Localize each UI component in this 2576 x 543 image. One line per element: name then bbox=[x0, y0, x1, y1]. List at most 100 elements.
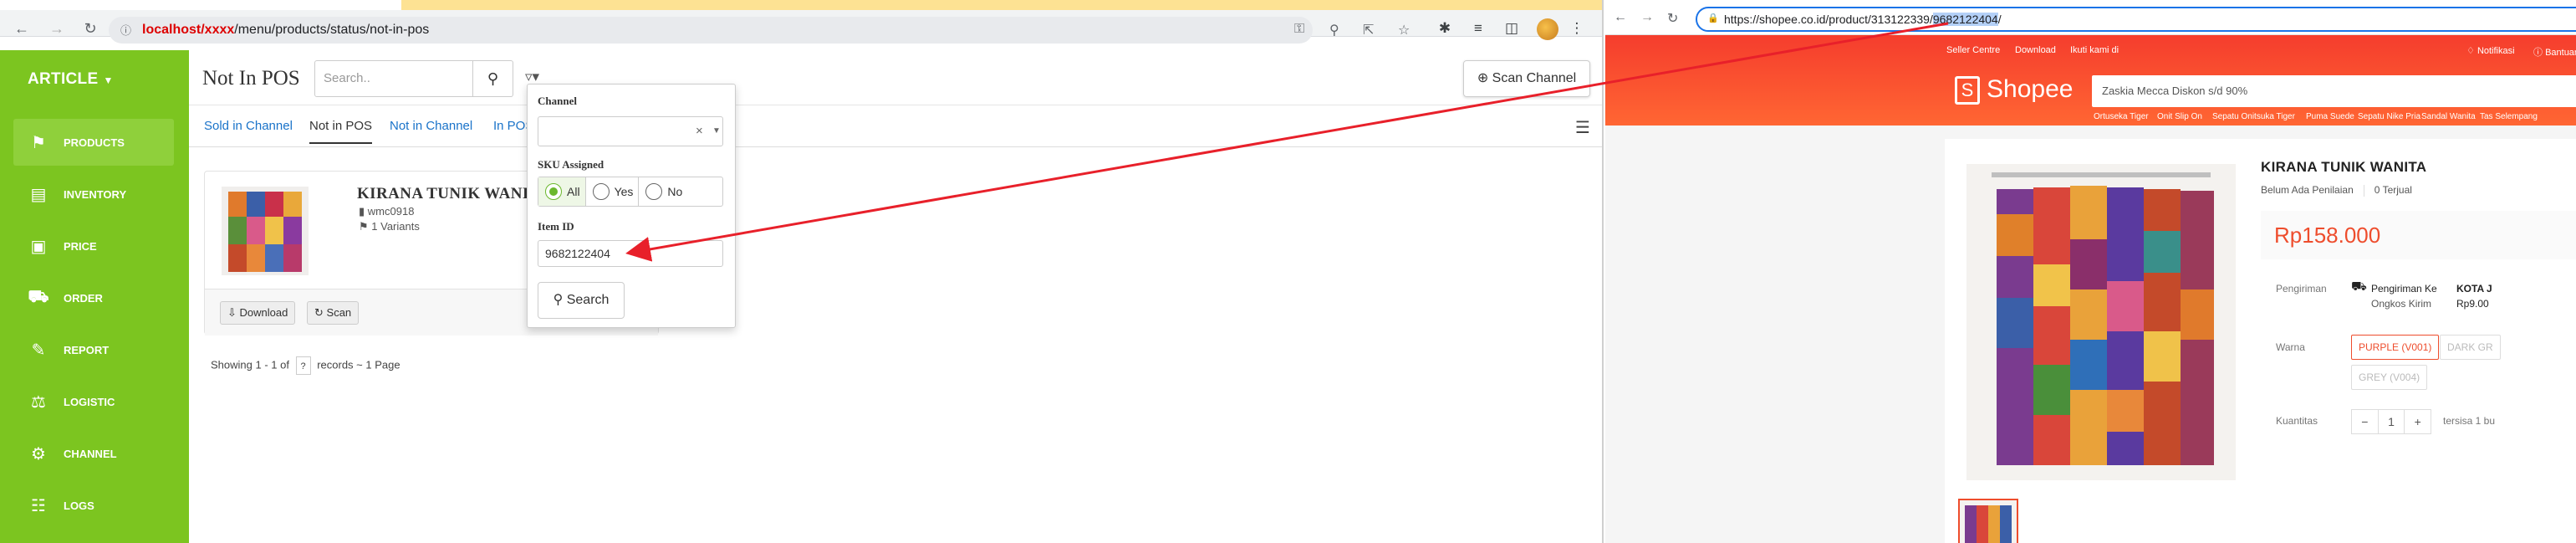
filter-icon: ▿▾ bbox=[525, 69, 540, 85]
variant-dark-grey[interactable]: DARK GR bbox=[2440, 335, 2501, 360]
sidebar-item-label: CHANNEL bbox=[64, 447, 117, 460]
link-help[interactable]: ⓘ Bantuan bbox=[2533, 45, 2576, 59]
reload-icon[interactable]: ↻ bbox=[1667, 10, 1678, 27]
suggestion-link[interactable]: Sepatu Onitsuka Tiger bbox=[2212, 112, 2295, 121]
shopee-search-input[interactable]: Zaskia Mecca Diskon s/d 90% bbox=[2092, 75, 2576, 107]
sku-assigned-radio-group: All Yes No bbox=[538, 177, 723, 207]
filter-search-button[interactable]: ⚲ Search bbox=[538, 282, 625, 319]
sidebar-item-inventory[interactable]: ▤ INVENTORY bbox=[13, 171, 174, 218]
left-address-bar[interactable]: ⓘ localhost/xxxx/menu/products/status/no… bbox=[109, 17, 1313, 44]
file-icon: ☷ bbox=[31, 496, 46, 515]
sidebar-item-logs[interactable]: ☷ LOGS bbox=[13, 482, 174, 529]
suggestion-link[interactable]: Ortuseka Tiger bbox=[2094, 112, 2149, 121]
extensions-icon[interactable]: ✱ bbox=[1435, 18, 1455, 38]
lock-icon: 🔒 bbox=[1707, 13, 1719, 23]
tag-icon: ⚑ bbox=[359, 220, 369, 233]
download-label: Download bbox=[239, 306, 288, 319]
product-thumbnail[interactable] bbox=[222, 187, 309, 275]
back-icon[interactable]: ← bbox=[12, 18, 32, 38]
product-thumbnail-selected[interactable] bbox=[1958, 499, 2018, 543]
forward-icon[interactable]: → bbox=[1640, 10, 1654, 25]
reading-list-icon[interactable]: ≡ bbox=[1468, 18, 1488, 38]
tab-sold-in-channel[interactable]: Sold in Channel bbox=[204, 119, 293, 133]
reload-icon[interactable]: ↻ bbox=[80, 18, 100, 38]
right-address-bar[interactable]: 🔒 https://shopee.co.id/product/313122339… bbox=[1696, 7, 2576, 32]
screenshot-root: ← → ↻ ⓘ localhost/xxxx/menu/products/sta… bbox=[0, 0, 2576, 543]
suggestion-link[interactable]: Onit Slip On bbox=[2157, 112, 2202, 121]
gear-icon: ⚙ bbox=[31, 444, 46, 464]
shopee-logo[interactable]: S Shopee bbox=[1955, 75, 2073, 105]
product-main-image[interactable] bbox=[1966, 164, 2236, 480]
quantity-stepper[interactable]: − 1 + bbox=[2351, 409, 2431, 434]
search-button[interactable]: ⚲ bbox=[473, 60, 513, 97]
info-icon[interactable]: ⓘ bbox=[120, 22, 131, 38]
search-icon: ⚲ bbox=[487, 70, 499, 87]
notifications-label: Notifikasi bbox=[2477, 46, 2515, 56]
link-follow-us[interactable]: Ikuti kami di bbox=[2070, 45, 2119, 55]
link-seller-centre[interactable]: Seller Centre bbox=[1946, 45, 2000, 55]
side-panel-icon[interactable]: ◫ bbox=[1502, 18, 1522, 38]
radio-label: No bbox=[667, 185, 683, 198]
tab-not-in-pos[interactable]: Not in POS bbox=[309, 119, 373, 144]
caret-down-icon: ▼ bbox=[103, 74, 114, 86]
plus-icon[interactable]: + bbox=[2405, 410, 2431, 433]
bookmark-star-icon[interactable]: ☆ bbox=[1398, 22, 1410, 38]
sidebar-item-logistic[interactable]: ⚖ LOGISTIC bbox=[13, 378, 174, 425]
filter-search-label: Search bbox=[566, 293, 610, 307]
radio-yes[interactable]: Yes bbox=[586, 177, 640, 206]
help-icon: ⓘ bbox=[2533, 48, 2543, 58]
sidebar-item-report[interactable]: ✎ REPORT bbox=[13, 326, 174, 373]
variant-grey[interactable]: GREY (V004) bbox=[2351, 365, 2428, 390]
sku-value: wmc0918 bbox=[367, 205, 415, 218]
search-input[interactable]: Search.. bbox=[314, 60, 473, 97]
scan-button[interactable]: ↻ Scan bbox=[307, 301, 360, 325]
quantity-value[interactable]: 1 bbox=[2379, 410, 2405, 433]
sidebar-item-label: PRICE bbox=[64, 239, 97, 253]
hamburger-icon[interactable]: ☰ bbox=[1575, 117, 1590, 138]
menu-kebab-icon[interactable]: ⋮ bbox=[1567, 18, 1587, 38]
product-name[interactable]: KIRANA TUNIK WANITA bbox=[357, 185, 550, 203]
suggestion-link[interactable]: Tas Selempang bbox=[2480, 112, 2538, 121]
sidebar-item-products[interactable]: ⚑ PRODUCTS bbox=[13, 119, 174, 166]
sku-assigned-label: SKU Assigned bbox=[538, 158, 604, 171]
scan-channel-button[interactable]: ⊕ Scan Channel bbox=[1463, 60, 1590, 97]
link-download[interactable]: Download bbox=[2015, 45, 2056, 55]
item-id-input[interactable]: 9682122404 bbox=[538, 240, 723, 267]
forward-icon[interactable]: → bbox=[47, 18, 67, 38]
right-browser-window: ← → ↻ 🔒 https://shopee.co.id/product/313… bbox=[1605, 0, 2576, 543]
sold-count: 0 bbox=[2374, 184, 2380, 196]
download-button[interactable]: ⇩ Download bbox=[220, 301, 296, 325]
minus-icon[interactable]: − bbox=[2352, 410, 2379, 433]
tab-not-in-channel[interactable]: Not in Channel bbox=[390, 119, 472, 133]
suggestion-link[interactable]: Puma Suede bbox=[2306, 112, 2354, 121]
shipping-cost-label: Ongkos Kirim bbox=[2371, 298, 2432, 310]
variant-purple[interactable]: PURPLE (V001) bbox=[2351, 335, 2440, 360]
back-icon[interactable]: ← bbox=[1614, 10, 1627, 25]
shipping-city[interactable]: KOTA J bbox=[2456, 283, 2492, 295]
sidebar-item-channel[interactable]: ⚙ CHANNEL bbox=[13, 430, 174, 477]
pagination-total: ? bbox=[295, 356, 311, 375]
suggestion-link[interactable]: Sandal Wanita bbox=[2421, 112, 2476, 121]
tag-icon: ⚑ bbox=[31, 133, 46, 152]
radio-all[interactable]: All bbox=[538, 177, 586, 206]
sidebar-item-price[interactable]: ▣ PRICE bbox=[13, 223, 174, 269]
chevron-down-icon[interactable]: ▼ bbox=[712, 126, 721, 136]
brand-menu[interactable]: ARTICLE ▼ bbox=[28, 70, 114, 89]
channel-select[interactable]: × ▼ bbox=[538, 116, 723, 146]
share-icon[interactable]: ⇱ bbox=[1363, 22, 1374, 38]
url-suffix: / bbox=[1997, 13, 2002, 26]
search-icon: ⚲ bbox=[553, 293, 564, 307]
download-icon: ⇩ bbox=[227, 306, 237, 319]
clear-icon[interactable]: × bbox=[696, 124, 703, 138]
filter-toggle[interactable]: ▿▾ bbox=[525, 69, 539, 85]
zoom-icon[interactable]: ⚲ bbox=[1329, 22, 1339, 38]
clipboard-icon: ✎ bbox=[31, 341, 46, 360]
profile-avatar[interactable] bbox=[1537, 18, 1558, 40]
link-notifications[interactable]: ♢ Notifikasi bbox=[2466, 45, 2515, 56]
sidebar-item-order[interactable]: ⛟ ORDER bbox=[13, 274, 174, 321]
sidebar-item-label: INVENTORY bbox=[64, 187, 127, 201]
suggestion-link[interactable]: Sepatu Nike Pria bbox=[2358, 112, 2420, 121]
radio-no[interactable]: No bbox=[639, 177, 687, 206]
key-icon[interactable]: ⚿ bbox=[1294, 22, 1304, 37]
sidebar-item-label: LOGS bbox=[64, 499, 94, 512]
